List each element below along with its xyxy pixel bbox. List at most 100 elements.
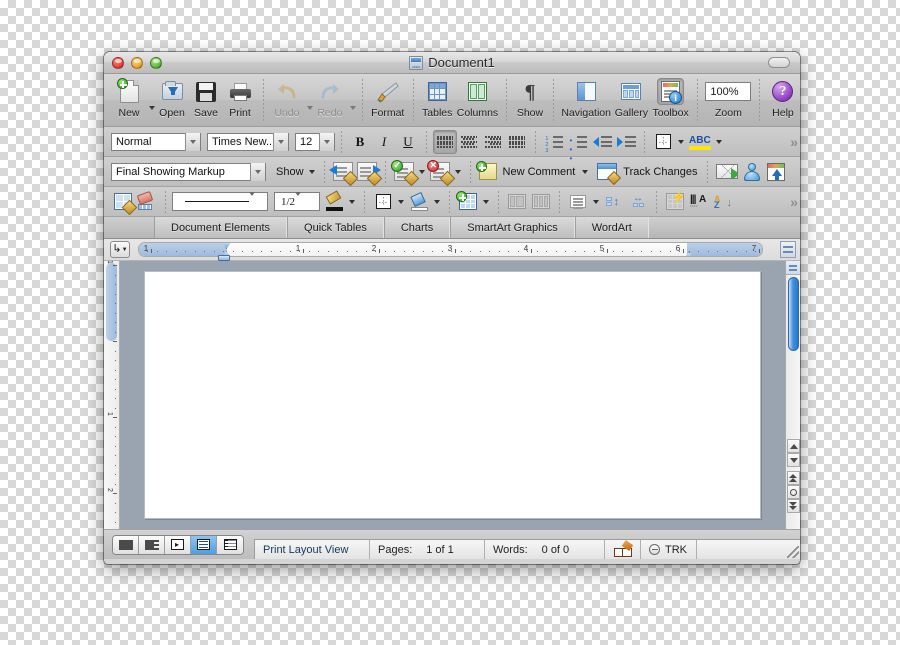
border-color-dropdown-arrow[interactable] [349, 199, 355, 204]
horizontal-ruler[interactable]: 11234567 [138, 242, 763, 257]
border-color-button[interactable] [322, 189, 346, 214]
reject-change-button[interactable]: ✕ [426, 160, 455, 187]
format-button[interactable]: Format [369, 77, 407, 119]
show-menu-button[interactable]: Show [274, 160, 306, 184]
show-menu-arrow[interactable] [308, 169, 315, 174]
font-dropdown-arrow[interactable] [273, 132, 288, 151]
align-justify-button[interactable] [505, 130, 529, 154]
print-layout-view-button[interactable] [191, 535, 217, 554]
share-workbook-button[interactable] [764, 160, 788, 184]
font-combo[interactable]: Times New... [207, 132, 289, 151]
align-cell-dropdown-arrow[interactable] [593, 199, 599, 204]
track-changes-button[interactable]: Track Changes [595, 160, 701, 186]
show-formatting-button[interactable]: ¶ Show [513, 77, 547, 120]
markup-display-dropdown-arrow[interactable] [250, 162, 265, 181]
toolbox-button[interactable]: i Toolbox [650, 77, 691, 119]
accept-dropdown-arrow[interactable] [418, 169, 425, 174]
tab-wordart[interactable]: WordArt [574, 217, 649, 238]
underline-button[interactable]: U [396, 130, 420, 154]
toolbar-toggle-button[interactable] [768, 57, 790, 68]
ruler-split-icon[interactable] [780, 241, 796, 258]
shading-dropdown-arrow[interactable] [434, 199, 440, 204]
undo-dropdown-arrow[interactable] [306, 106, 313, 110]
new-comment-button[interactable]: New Comment [475, 160, 580, 184]
tab-smartart-graphics[interactable]: SmartArt Graphics [450, 217, 575, 238]
markup-display-combo[interactable]: Final Showing Markup [111, 162, 266, 181]
highlight-dropdown-arrow[interactable] [716, 139, 722, 144]
formatting-toolbar-overflow[interactable]: » [790, 134, 798, 150]
zoom-control[interactable]: 100% Zoom [704, 77, 753, 119]
line-style-combo[interactable] [172, 191, 268, 211]
vertical-scrollbar-thumb[interactable] [788, 277, 799, 351]
reviewers-button[interactable] [740, 160, 764, 184]
tab-document-elements[interactable]: Document Elements [154, 217, 288, 238]
line-weight-dropdown-arrow[interactable] [295, 191, 301, 208]
next-change-button[interactable] [355, 160, 382, 187]
line-style-dropdown-arrow[interactable] [249, 191, 255, 208]
draw-table-button[interactable] [111, 190, 138, 216]
text-direction-button[interactable]: ||| A ···· [687, 190, 711, 214]
vertical-scrollbar[interactable] [785, 261, 800, 529]
navigation-button[interactable]: Navigation [560, 77, 613, 119]
style-combo[interactable]: Normal [111, 132, 201, 151]
split-pane-handle[interactable] [786, 261, 800, 275]
new-document-button[interactable]: New [112, 77, 146, 119]
window-title-bar[interactable]: Document1 [104, 52, 800, 74]
font-size-dropdown-arrow[interactable] [319, 132, 334, 151]
decrease-indent-button[interactable] [590, 130, 614, 154]
document-scroll-region[interactable] [120, 261, 785, 529]
document-page[interactable] [144, 271, 761, 519]
align-right-button[interactable] [481, 130, 505, 154]
zoom-combo[interactable]: 100% [705, 78, 752, 105]
zoom-window-button[interactable] [150, 56, 162, 69]
gallery-button[interactable]: Gallery [612, 77, 650, 119]
increase-indent-button[interactable] [614, 130, 638, 154]
scroll-down-button[interactable] [787, 453, 800, 467]
borders-button[interactable] [651, 130, 675, 154]
tab-charts[interactable]: Charts [383, 217, 451, 238]
align-cell-button[interactable] [566, 190, 590, 214]
shading-color-button[interactable] [407, 190, 431, 214]
accept-change-button[interactable]: ✓ [390, 160, 419, 187]
vertical-ruler[interactable]: 1 1 2 [104, 261, 120, 529]
spelling-status-cell[interactable] [605, 539, 641, 559]
merge-cells-button[interactable] [505, 190, 529, 214]
undo-button[interactable]: Undo [270, 77, 304, 119]
close-window-button[interactable] [112, 56, 124, 69]
line-weight-combo[interactable]: 1/2 [274, 191, 320, 211]
previous-page-button[interactable] [787, 471, 800, 485]
minimize-window-button[interactable] [131, 56, 143, 69]
zoom-value[interactable]: 100% [705, 82, 752, 101]
borders-dropdown-arrow-2[interactable] [398, 199, 404, 204]
redo-dropdown-arrow[interactable] [349, 106, 356, 110]
numbered-list-button[interactable]: 123 [542, 130, 566, 154]
italic-button[interactable]: I [372, 130, 396, 154]
tab-quick-tables[interactable]: Quick Tables [287, 217, 384, 238]
eraser-button[interactable] [135, 190, 159, 214]
track-changes-status-cell[interactable]: TRK [641, 540, 697, 559]
new-comment-dropdown-arrow[interactable] [582, 169, 589, 174]
align-center-button[interactable] [457, 130, 481, 154]
select-browse-object[interactable] [787, 485, 800, 499]
mail-recipient-button[interactable] [714, 160, 740, 184]
draft-view-button[interactable] [113, 535, 139, 554]
save-document-button[interactable]: Save [189, 77, 223, 119]
print-document-button[interactable]: Print [223, 77, 257, 119]
tab-stop-selector[interactable]: ↳ ▼ [110, 241, 130, 258]
window-resize-grip[interactable] [787, 546, 799, 558]
scroll-up-button[interactable] [787, 439, 800, 453]
tables-button[interactable]: Tables [420, 77, 455, 119]
font-size-combo[interactable]: 12 [295, 132, 335, 151]
tables-toolbar-overflow[interactable]: » [790, 194, 798, 210]
open-document-button[interactable]: Open [155, 77, 189, 119]
bold-button[interactable]: B [348, 130, 372, 154]
reject-dropdown-arrow[interactable] [454, 169, 461, 174]
columns-button[interactable]: Columns [455, 77, 500, 119]
distribute-rows-button[interactable]: ↕ [602, 190, 626, 214]
redo-button[interactable]: Redo [313, 77, 347, 119]
bulleted-list-button[interactable]: • • • [566, 130, 590, 163]
publishing-view-button[interactable]: ▸ [165, 535, 191, 554]
sort-ascending-button[interactable]: A Z ↓ [711, 190, 735, 214]
previous-change-button[interactable] [328, 160, 358, 187]
insert-table-button[interactable] [456, 190, 480, 214]
